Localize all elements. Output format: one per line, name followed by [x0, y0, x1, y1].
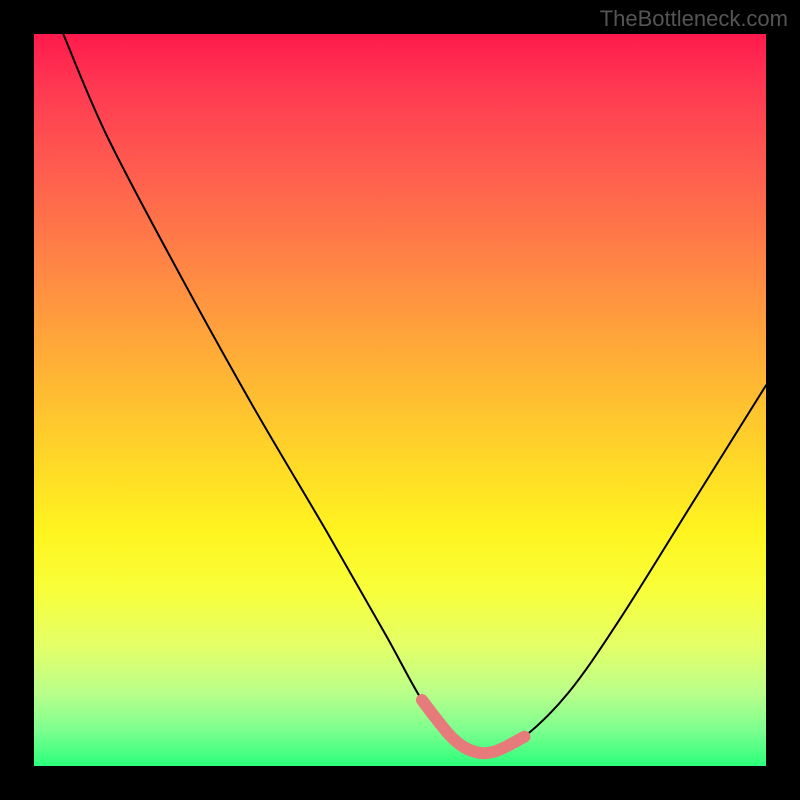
- chart-plot-area: [34, 34, 766, 766]
- bottleneck-curve: [34, 34, 766, 766]
- watermark-text: TheBottleneck.com: [600, 6, 788, 32]
